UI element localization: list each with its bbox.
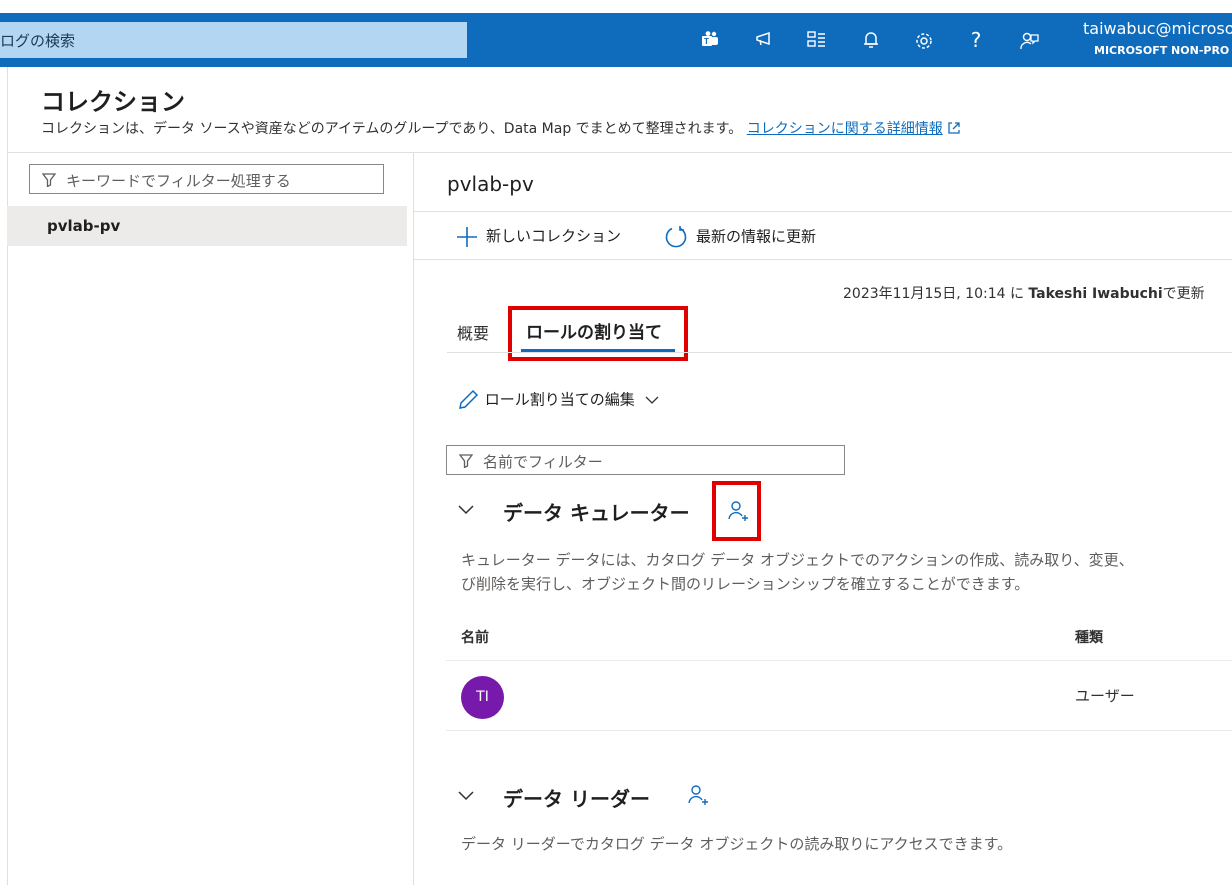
refresh-button[interactable]: 最新の情報に更新: [664, 225, 816, 249]
bell-icon[interactable]: [857, 26, 885, 54]
page-description-text: コレクションは、データ ソースや資産などのアイテムのグループであり、Data M…: [41, 121, 743, 137]
new-collection-label: 新しいコレクション: [486, 227, 622, 245]
left-border: [7, 67, 8, 885]
user-org: MICROSOFT NON-PRO: [1094, 44, 1230, 57]
tab-overview[interactable]: 概要: [457, 320, 489, 344]
divider: [447, 352, 1232, 353]
external-link-icon[interactable]: [947, 121, 961, 135]
search-text: ログの検索: [0, 32, 76, 50]
megaphone-icon[interactable]: [751, 26, 779, 54]
divider: [446, 730, 1232, 731]
highlight-box-add-user: [712, 481, 761, 541]
page-description: コレクションは、データ ソースや資産などのアイテムのグループであり、Data M…: [41, 118, 961, 138]
pane-divider: [413, 152, 414, 885]
tree-item-pvlab-pv[interactable]: pvlab-pv: [7, 206, 407, 246]
section-description: データ リーダーでカタログ データ オブジェクトの読み取りにアクセスできます。: [461, 835, 1013, 853]
chevron-down-icon[interactable]: [457, 504, 475, 516]
last-updated-text: 2023年11月15日, 10:14 に Takeshi Iwabuchiで更新: [843, 283, 1205, 303]
top-header-bar: ログの検索 T ? taiwabuc@microso MICROSOFT NON…: [0, 13, 1232, 67]
updated-suffix: で更新: [1162, 286, 1205, 302]
avatar[interactable]: TI: [461, 676, 504, 719]
top-strip: [0, 0, 1232, 13]
chevron-down-icon[interactable]: [457, 790, 475, 802]
add-user-icon[interactable]: [686, 783, 710, 807]
updated-prefix: 2023年11月15日, 10:14 に: [843, 286, 1029, 302]
section-title-data-reader: データ リーダー: [503, 787, 650, 811]
keyword-filter-placeholder: キーワードでフィルター処理する: [66, 172, 291, 190]
help-icon[interactable]: ?: [962, 26, 990, 54]
name-filter-input[interactable]: 名前でフィルター: [446, 445, 845, 475]
directory-icon[interactable]: [803, 26, 831, 54]
divider: [7, 152, 1232, 153]
tree-item-label: pvlab-pv: [47, 217, 121, 235]
new-collection-button[interactable]: 新しいコレクション: [456, 225, 621, 248]
gear-icon[interactable]: [910, 26, 938, 54]
divider: [414, 259, 1232, 260]
updated-user: Takeshi Iwabuchi: [1028, 286, 1163, 302]
section-title-data-curator: データ キュレーター: [503, 501, 690, 525]
catalog-search-box[interactable]: ログの検索: [0, 22, 467, 58]
row-type: ユーザー: [1075, 687, 1135, 705]
column-header-name: 名前: [461, 630, 489, 646]
keyword-filter-input[interactable]: キーワードでフィルター処理する: [29, 164, 384, 194]
section-description: キュレーター データには、カタログ データ オブジェクトでのアクションの作成、読…: [461, 548, 1134, 596]
svg-text:T: T: [704, 37, 709, 46]
learn-more-link[interactable]: コレクションに関する詳細情報: [747, 121, 943, 137]
filter-icon: [42, 173, 56, 187]
edit-role-assignments-label: ロール割り当ての編集: [484, 390, 635, 409]
plus-icon: [457, 226, 477, 247]
pencil-icon: [459, 389, 479, 409]
column-header-type: 種類: [1075, 630, 1103, 646]
collection-title: pvlab-pv: [447, 172, 534, 196]
chevron-down-icon: [645, 396, 659, 404]
refresh-label: 最新の情報に更新: [696, 227, 817, 246]
feedback-icon[interactable]: [1015, 26, 1043, 54]
page-title: コレクション: [41, 88, 185, 116]
user-account[interactable]: taiwabuc@microso MICROSOFT NON-PRO: [1083, 19, 1232, 57]
divider: [414, 211, 1232, 212]
teams-icon[interactable]: T: [696, 26, 724, 54]
name-filter-placeholder: 名前でフィルター: [483, 453, 603, 471]
learn-more-text: コレクションに関する詳細情報: [746, 121, 943, 137]
refresh-icon: [665, 226, 687, 248]
edit-role-assignments-button[interactable]: ロール割り当ての編集: [456, 388, 660, 412]
section-description-line: キュレーター データには、カタログ データ オブジェクトでのアクションの作成、読…: [461, 551, 1134, 569]
section-description-line: び削除を実行し、オブジェクト間のリレーションシップを確立することができます。: [461, 575, 1030, 593]
divider: [446, 660, 1232, 661]
user-email: taiwabuc@microso: [1083, 19, 1232, 38]
filter-icon: [459, 454, 473, 468]
